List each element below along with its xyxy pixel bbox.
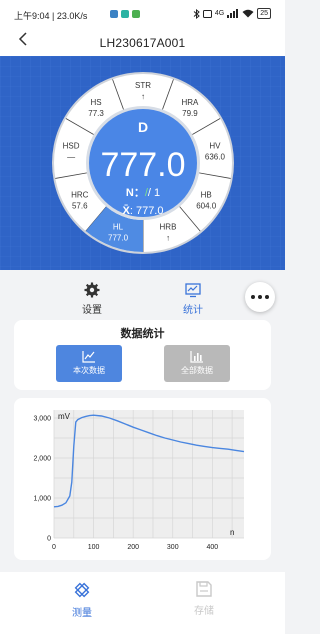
statistics-card: 数据统计 本次数据 全部数据 — [14, 320, 271, 390]
y-tick-label: 0 — [47, 536, 51, 543]
x-tick-label: 0 — [52, 544, 56, 551]
plot-area — [54, 410, 244, 538]
tab-statistics[interactable]: 统计 — [163, 282, 223, 316]
network-type: 4G — [214, 10, 225, 17]
scale-name-hsd: HSD — [63, 141, 80, 150]
app-notification-icon — [121, 10, 129, 18]
scale-name-hl: HL — [113, 223, 124, 232]
app-notification-icon — [132, 10, 140, 18]
save-disk-icon — [196, 581, 212, 597]
bottom-navigation: 测量 存储 — [0, 572, 285, 634]
scale-name-hv: HV — [209, 141, 221, 150]
more-options-button[interactable] — [245, 282, 275, 312]
nav-save-label: 存储 — [194, 606, 214, 617]
hd-icon — [202, 9, 212, 18]
all-data-label: 全部数据 — [181, 366, 213, 375]
nav-measure[interactable]: 测量 — [57, 580, 107, 619]
nav-save[interactable]: 存储 — [179, 580, 229, 617]
scale-value-hl: 777.0 — [108, 234, 129, 243]
x-tick-label: 300 — [167, 544, 179, 551]
y-tick-label: 3,000 — [33, 416, 51, 423]
hardness-dial-panel: STR ↑ HRA 79.9 HV 636.0 HB 604.0 HRB ↑ HL 777.0 HRC 5… — [0, 56, 285, 270]
dot-icon — [258, 295, 262, 299]
x-tick-label: 200 — [127, 544, 139, 551]
scale-value-hs: 77.3 — [88, 109, 104, 118]
current-data-button[interactable]: 本次数据 — [56, 345, 122, 382]
line-chart-icon — [82, 351, 95, 363]
count-label: N： — [126, 187, 145, 199]
scale-name-str: STR — [135, 81, 151, 90]
status-bar: 上午9:04 | 23.0K/s 4G 25 — [0, 0, 285, 28]
scale-name-hs: HS — [91, 98, 102, 107]
tab-settings[interactable]: 设置 — [62, 282, 122, 316]
scale-value-hra: 79.9 — [182, 109, 198, 118]
wifi-icon — [242, 9, 254, 18]
y-tick-label: 1,000 — [33, 496, 51, 503]
scale-name-hra: HRA — [181, 98, 199, 107]
dot-icon — [251, 295, 255, 299]
scale-value-hrc: 57.6 — [72, 202, 88, 211]
hardness-value: 777.0 — [100, 146, 185, 184]
page-title: LH230617A001 — [99, 36, 186, 50]
scale-value-hv: 636.0 — [205, 152, 226, 161]
notification-icons — [110, 10, 140, 18]
title-bar: LH230617A001 — [0, 28, 285, 56]
current-data-label: 本次数据 — [73, 366, 105, 375]
y-axis-label: mV — [58, 412, 71, 421]
statistics-title: 数据统计 — [120, 328, 165, 340]
scale-value-str: ↑ — [141, 92, 145, 101]
x-tick-label: 100 — [88, 544, 100, 551]
svg-text:N：// 1: N：// 1 — [126, 187, 160, 199]
tab-settings-label: 设置 — [82, 305, 102, 316]
dot-icon — [265, 295, 269, 299]
scale-name-hrc: HRC — [71, 191, 89, 200]
chart-screen-icon — [185, 283, 201, 298]
scale-value-hb: 604.0 — [196, 202, 217, 211]
app-notification-icon — [110, 10, 118, 18]
nav-measure-label: 测量 — [72, 608, 92, 619]
scale-value-hsd: — — [67, 152, 75, 161]
tab-bar: 设置 统计 — [0, 270, 285, 320]
tab-statistics-label: 统计 — [183, 305, 203, 316]
bluetooth-icon — [193, 8, 200, 19]
signal-icon — [227, 9, 239, 18]
chart-card: 0 100 200 300 400 0 1,000 2,000 3,000 mV n — [14, 398, 271, 560]
mean-value: : 777.0 — [130, 205, 164, 217]
scale-dial: STR ↑ HRA 79.9 HV 636.0 HB 604.0 HRB ↑ HL 777.0 HRC 5… — [52, 72, 234, 254]
dial-center-letter: D — [138, 119, 148, 135]
y-tick-label: 2,000 — [33, 456, 51, 463]
system-status: 4G 25 — [193, 8, 271, 19]
svg-text:X̄: 777.0: X̄: 777.0 — [123, 205, 164, 217]
bar-chart-icon — [190, 351, 203, 363]
all-data-button[interactable]: 全部数据 — [164, 345, 230, 382]
x-axis-label: n — [230, 528, 234, 537]
scale-value-hrb: ↑ — [166, 234, 170, 243]
gear-icon — [84, 282, 100, 298]
measure-icon — [74, 582, 90, 598]
x-tick-label: 400 — [206, 544, 218, 551]
signal-chart: 0 100 200 300 400 0 1,000 2,000 3,000 mV n — [33, 410, 245, 551]
count-total: / 1 — [148, 187, 160, 199]
scale-name-hb: HB — [201, 191, 212, 200]
battery-icon: 25 — [257, 8, 271, 19]
scale-name-hrb: HRB — [160, 223, 177, 232]
status-time: 上午9:04 | 23.0K/s — [14, 11, 88, 21]
